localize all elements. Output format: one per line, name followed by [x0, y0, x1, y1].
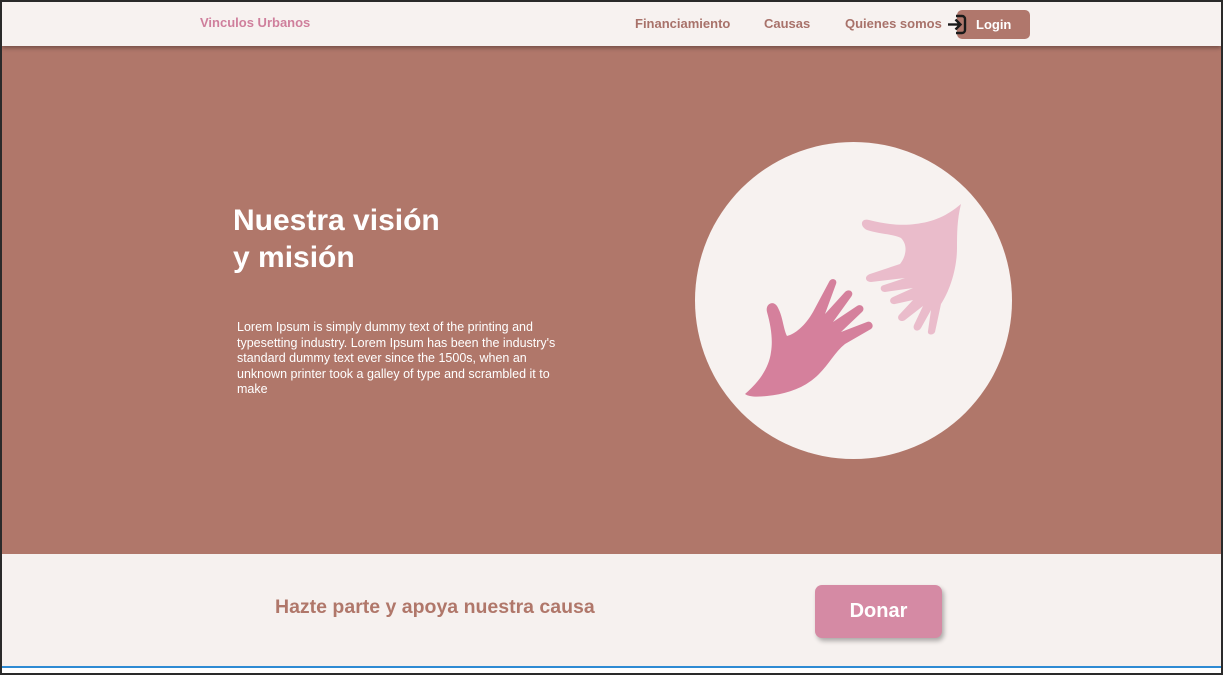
bottom-edge [2, 666, 1221, 673]
cta-section: Hazte parte y apoya nuestra causa Donar [2, 554, 1221, 666]
top-navbar: Vinculos Urbanos Financiamiento Causas Q… [2, 2, 1221, 46]
donate-label: Donar [849, 600, 908, 622]
hero-title-line1: Nuestra visión [233, 204, 440, 237]
page-frame: Vinculos Urbanos Financiamiento Causas Q… [2, 2, 1221, 673]
login-button[interactable]: Login [948, 10, 1030, 39]
hero-section: Nuestra visión y misión Lorem Ipsum is s… [2, 46, 1221, 554]
donate-button[interactable]: Donar [815, 585, 942, 638]
nav-link-quienes-somos[interactable]: Quienes somos [845, 16, 942, 31]
hero-description: Lorem Ipsum is simply dummy text of the … [237, 320, 556, 396]
brand-link[interactable]: Vinculos Urbanos [200, 15, 310, 30]
hero-title-line2: y misión [233, 241, 355, 274]
hero-title: Nuestra visión y misión [233, 202, 533, 276]
hero-image-circle [695, 142, 1012, 459]
helping-hands-icon [745, 204, 961, 397]
login-arrow-icon [948, 14, 967, 35]
cta-text: Hazte parte y apoya nuestra causa [275, 596, 595, 618]
nav-link-causas[interactable]: Causas [764, 16, 810, 31]
nav-link-financiamiento[interactable]: Financiamiento [635, 16, 730, 31]
login-label: Login [976, 17, 1012, 32]
